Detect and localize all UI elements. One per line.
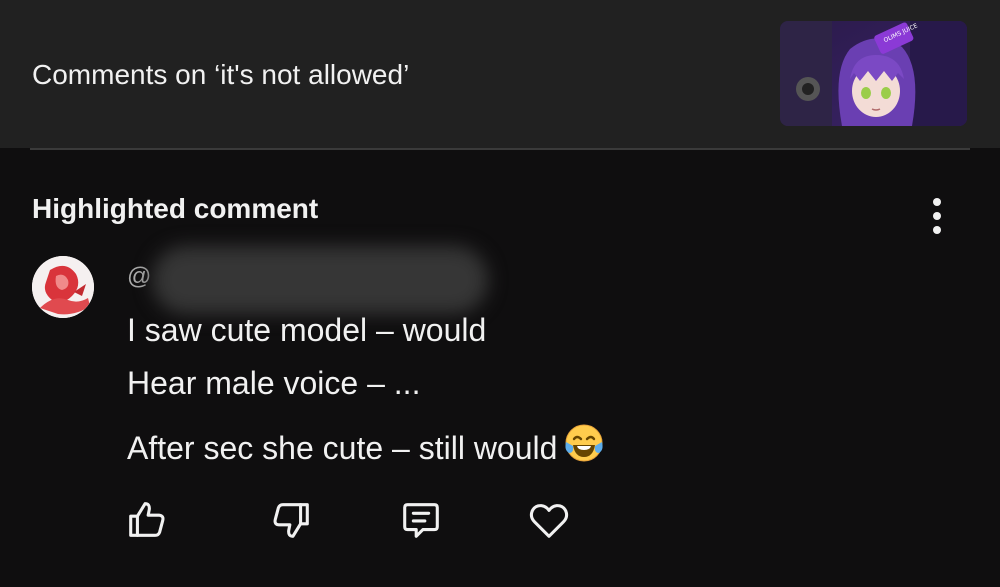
comment-text-line-1: I saw cute model – would: [127, 312, 487, 348]
dot: [933, 198, 941, 206]
thumbnail-image: OLIMS JUICE: [780, 21, 967, 126]
more-options-icon[interactable]: [920, 196, 954, 236]
video-thumbnail[interactable]: OLIMS JUICE: [780, 21, 967, 126]
author-handle[interactable]: @: [127, 262, 151, 292]
section-title: Highlighted comment: [32, 193, 319, 224]
comment-text-line-3-text: After sec she cute – still would: [127, 430, 558, 466]
header-divider: [30, 148, 970, 150]
comments-header: Comments on ‘it's not allowed’ OLIMS JUI…: [0, 0, 1000, 148]
author-handle-prefix: @: [127, 263, 152, 290]
reply-icon[interactable]: [398, 497, 444, 543]
thumb-down-icon[interactable]: [268, 497, 314, 543]
face-with-tears-of-joy-icon: [565, 424, 603, 462]
dot: [933, 226, 941, 234]
header-title: Comments on ‘it's not allowed’: [32, 59, 410, 90]
dot: [933, 212, 941, 220]
avatar[interactable]: [32, 256, 94, 318]
heart-icon[interactable]: [526, 497, 572, 543]
avatar-image: [32, 256, 94, 318]
thumb-up-icon[interactable]: [124, 497, 170, 543]
comment-text-line-2: Hear male voice – ...: [127, 365, 421, 401]
comment-text-line-3: After sec she cute – still would: [127, 417, 605, 467]
author-handle-redaction: [152, 246, 488, 314]
